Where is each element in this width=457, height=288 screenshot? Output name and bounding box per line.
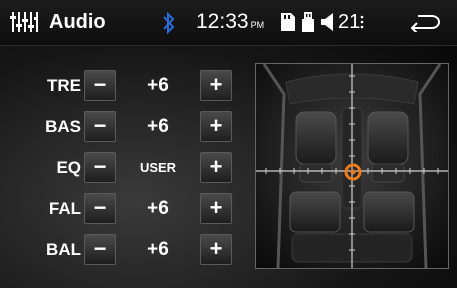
page-title: Audio xyxy=(49,11,106,33)
balance-plus-button[interactable]: + xyxy=(200,234,232,265)
volume-level: 21 xyxy=(338,11,361,33)
treble-value: +6 xyxy=(147,75,169,96)
treble-minus-button[interactable]: − xyxy=(84,70,116,101)
clock-time: 12:33 xyxy=(196,10,249,33)
eq-row: EQ − USER + xyxy=(36,152,232,183)
bass-minus-button[interactable]: − xyxy=(84,111,116,142)
balance-minus-button[interactable]: − xyxy=(84,234,116,265)
balance-fader-panel[interactable] xyxy=(255,63,449,269)
bass-value: +6 xyxy=(147,116,169,137)
treble-plus-button[interactable]: + xyxy=(200,70,232,101)
fader-plus-button[interactable]: + xyxy=(200,193,232,224)
fader-minus-button[interactable]: − xyxy=(84,193,116,224)
usb-icon xyxy=(302,12,314,32)
treble-label: TRE xyxy=(47,76,81,95)
fader-label: FAL xyxy=(48,199,81,218)
speaker-icon xyxy=(321,13,333,31)
balance-label: BAL xyxy=(46,240,81,259)
equalizer-icon[interactable] xyxy=(10,11,38,33)
bass-label: BAS xyxy=(45,117,81,136)
sd-card-icon xyxy=(281,13,295,31)
eq-minus-button[interactable]: − xyxy=(84,152,116,183)
eq-label: EQ xyxy=(56,158,81,177)
volume-dots-icon xyxy=(360,15,364,29)
bass-plus-button[interactable]: + xyxy=(200,111,232,142)
bass-row: BAS − +6 + xyxy=(36,111,232,142)
back-icon[interactable] xyxy=(408,12,440,32)
clock-ampm: PM xyxy=(250,20,265,30)
eq-plus-button[interactable]: + xyxy=(200,152,232,183)
treble-row: TRE − +6 + xyxy=(36,70,232,101)
balance-marker-icon[interactable] xyxy=(343,162,363,182)
status-bar: Audio 12:33 PM 21 xyxy=(0,0,457,46)
bluetooth-icon xyxy=(163,11,175,35)
fader-value: +6 xyxy=(147,198,169,219)
fader-row: FAL − +6 + xyxy=(36,193,232,224)
eq-value: USER xyxy=(139,160,177,175)
balance-row: BAL − +6 + xyxy=(36,234,232,265)
clock: 12:33 PM xyxy=(196,9,264,38)
balance-value: +6 xyxy=(147,239,169,260)
